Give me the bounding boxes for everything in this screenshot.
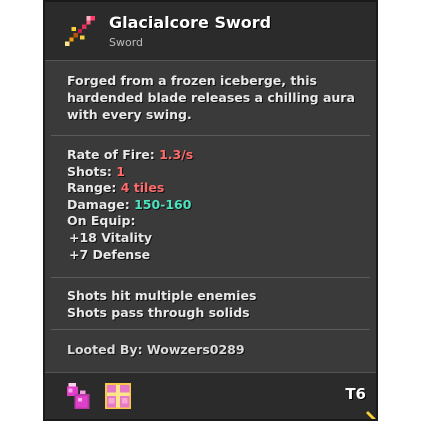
on-equip-bonus: +7 Defense (69, 246, 151, 262)
tooltip-header: Glacialcore Sword Sword (45, 2, 376, 61)
stat-label: Damage: (67, 196, 135, 212)
divider (51, 329, 370, 330)
effect-line: Shots pass through solids (67, 305, 250, 320)
description-line: with every swing. (67, 107, 192, 122)
stat-label: Range: (67, 180, 121, 196)
item-stats: Rate of Fire: 1.3/s Shots: 1 Range: 4 ti… (67, 147, 368, 263)
stat-value: 4 tiles (120, 180, 165, 196)
potion-icon (66, 382, 90, 410)
on-equip-label: On Equip: (67, 213, 136, 229)
item-tooltip: Glacialcore Sword Sword Forged from a fr… (43, 0, 378, 421)
item-description: Forged from a frozen iceberge, this hard… (67, 72, 368, 123)
effect-line: Shots hit multiple enemies (67, 288, 257, 303)
divider (51, 277, 370, 278)
description-line: hardended blade releases a chilling aura (67, 90, 355, 105)
item-effects: Shots hit multiple enemies Shots pass th… (67, 287, 368, 321)
stat-label: Rate of Fire: (67, 147, 160, 162)
stat-label: Shots: (67, 163, 117, 179)
pixel-sword-icon (65, 16, 95, 46)
item-name: Glacialcore Sword (109, 13, 272, 32)
stat-value: 1 (116, 163, 125, 179)
stat-range: Range: 4 tiles (67, 180, 368, 197)
divider (51, 135, 370, 136)
tooltip-footer: T6 (45, 372, 376, 419)
item-type: Sword (109, 36, 144, 49)
stat-value: 150-160 (134, 196, 192, 212)
gift-box-icon (104, 382, 132, 410)
stat-rate-of-fire: Rate of Fire: 1.3/s (67, 147, 368, 164)
stat-value: 1.3/s (159, 147, 194, 162)
stat-damage: Damage: 150-160 (67, 197, 368, 214)
stat-shots: Shots: 1 (67, 164, 368, 181)
corner-marker-icon (366, 411, 376, 419)
on-equip-bonus: +18 Vitality (69, 229, 153, 245)
looted-by: Looted By: Wowzers0289 (67, 342, 245, 357)
description-line: Forged from a frozen iceberge, this (67, 73, 317, 88)
tier-label: T6 (345, 385, 366, 403)
